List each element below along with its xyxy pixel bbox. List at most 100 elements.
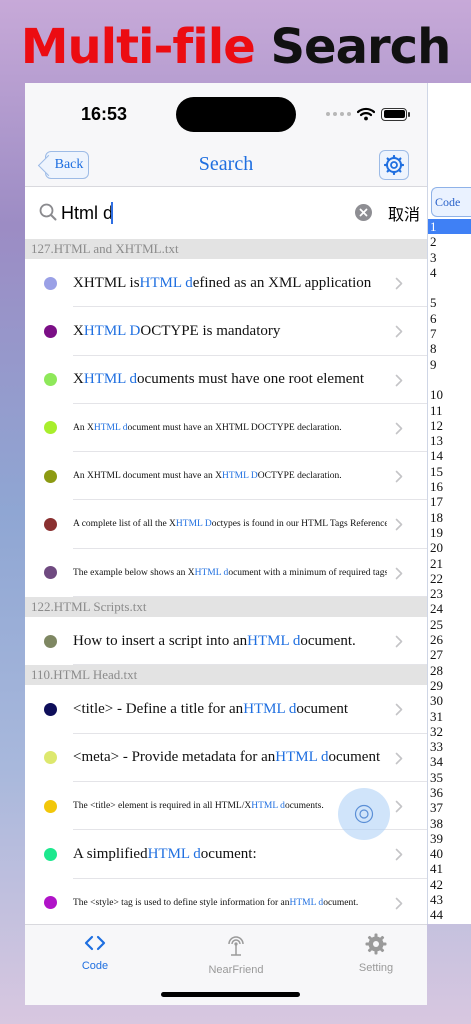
result-text-segment: ocument:: [200, 845, 257, 862]
result-row[interactable]: An XHTML document must have an XHTML DOC…: [25, 403, 427, 453]
line-number: 4: [430, 264, 437, 280]
row-divider: [73, 664, 427, 666]
line-number: 3: [430, 249, 437, 265]
result-text-segment: ocument with a minimum of required tags:: [228, 567, 387, 578]
result-row[interactable]: How to insert a script into an HTML d ocu…: [25, 617, 427, 666]
result-text-segment: The <style> tag is used to define style …: [73, 897, 290, 908]
line-number: 19: [430, 524, 443, 540]
color-dot-icon: [44, 324, 57, 338]
color-dot-icon: [44, 702, 57, 716]
side-line-numbers: 1 2 3 4 5 6 7 8 9 10 11 12 13 14 15 16 17 18 19 20 21 22 23 24 2…: [428, 219, 471, 923]
line-number: 16: [430, 479, 443, 495]
result-text-segment: The <title> element is required in all H…: [73, 800, 252, 811]
search-input[interactable]: [61, 198, 341, 228]
tab-code[interactable]: Code: [45, 933, 145, 972]
result-text: The <style> tag is used to define style …: [73, 879, 387, 924]
line-number: 12: [430, 417, 443, 433]
tab-nearfriend[interactable]: NearFriend: [186, 933, 286, 976]
clear-search-icon[interactable]: [355, 204, 372, 221]
result-text-segment: ocument: [328, 749, 381, 766]
page-title: Search: [198, 153, 254, 175]
match-highlight: HTML d: [139, 274, 193, 291]
match-highlight: HTML d: [251, 800, 285, 811]
match-highlight: HTML d: [243, 700, 297, 717]
result-row[interactable]: The <style> tag is used to define style …: [25, 878, 427, 924]
result-text: The example below shows an X HTML d ocumen…: [73, 549, 387, 597]
chevron-right-icon: [395, 422, 403, 435]
result-text-segment: How to insert a script into an: [73, 632, 248, 649]
line-number: 33: [430, 739, 443, 755]
match-highlight: HTML d: [275, 749, 329, 766]
match-highlight: HTML d: [93, 422, 128, 433]
result-text-segment: X: [73, 371, 84, 388]
result-row[interactable]: The example below shows an X HTML d ocumen…: [25, 548, 427, 598]
result-row[interactable]: <title> - Define a title for an HTML d oc…: [25, 685, 427, 734]
result-text-segment: ocument.: [323, 897, 359, 908]
line-number: 40: [430, 846, 443, 862]
chevron-right-icon: [395, 567, 403, 580]
line-number: 1: [428, 219, 471, 235]
chevron-right-icon: [395, 848, 403, 861]
color-dot-icon: [44, 373, 57, 387]
result-text-segment: OCTYPE declaration.: [257, 471, 342, 482]
line-number: 2: [430, 234, 437, 250]
result-text-segment: ocument must have an XHTML DOCTYPE decla…: [127, 422, 342, 433]
result-text: A complete list of all the X HTML Doctype…: [73, 500, 387, 548]
code-brackets-icon: [84, 935, 106, 951]
result-row[interactable]: A complete list of all the X HTML Doctype…: [25, 500, 427, 549]
color-dot-icon: [44, 566, 57, 580]
banner-title-part1: Multi-file: [20, 19, 256, 75]
home-indicator: [161, 992, 300, 997]
line-number: 13: [430, 433, 443, 449]
color-dot-icon: [44, 751, 57, 765]
result-row[interactable]: X HTML D OCTYPE is mandatory: [25, 307, 427, 356]
line-number: 15: [430, 463, 443, 479]
line-number: 41: [430, 861, 443, 877]
result-text-segment: ocument.: [300, 632, 356, 649]
result-row[interactable]: XHTML is HTML d efined as an XML applicat…: [25, 259, 427, 308]
banner-title-part2: Search: [270, 19, 451, 75]
section-header: 122.HTML Scripts.txt: [25, 597, 427, 618]
battery-icon: [381, 107, 410, 121]
line-number: 31: [430, 708, 443, 724]
settings-button[interactable]: [379, 150, 409, 180]
line-number: 5: [430, 295, 437, 311]
result-text-segment: ocuments must have one root element: [137, 371, 365, 388]
dynamic-island: [176, 97, 296, 132]
result-text-segment: An X: [73, 422, 94, 433]
line-number: 20: [430, 540, 443, 556]
result-text-segment: octypes is found in our HTML Tags Refere…: [211, 519, 387, 530]
line-number: 37: [430, 800, 443, 816]
line-number: 11: [430, 402, 443, 418]
match-highlight: HTML D: [221, 471, 258, 482]
line-number: 42: [430, 876, 443, 892]
side-panel-code[interactable]: Code 1 2 3 4 5 6 7 8 9 10 11 12 13 14 15 16 17 18 19 20 21 22…: [427, 83, 471, 924]
line-number: [428, 280, 471, 295]
line-number: 26: [430, 632, 443, 648]
cancel-button[interactable]: 取消: [388, 201, 420, 225]
result-row[interactable]: X HTML d ocuments must have one root eleme…: [25, 355, 427, 404]
side-tab-code[interactable]: Code: [431, 187, 471, 217]
line-number: 22: [430, 570, 443, 586]
search-bar: 取消: [25, 187, 427, 239]
tab-setting[interactable]: Setting: [326, 933, 426, 974]
chevron-right-icon: [395, 277, 403, 290]
signal-icon: [326, 112, 351, 116]
floating-action-button[interactable]: [338, 788, 390, 840]
color-dot-icon: [44, 896, 57, 910]
section-header: 127.HTML and XHTML.txt: [25, 239, 427, 259]
match-highlight: HTML d: [147, 845, 201, 862]
result-text-segment: OCTYPE is mandatory: [140, 322, 281, 339]
result-text-segment: <meta> - Provide metadata for an: [73, 749, 276, 766]
result-text-segment: X: [73, 322, 84, 339]
result-text: An XHTML document must have an XHTML DOC…: [73, 404, 387, 452]
line-number: 25: [430, 616, 443, 632]
line-number: 44: [430, 907, 443, 923]
result-row[interactable]: An XHTML document must have an XHTML DOC…: [25, 452, 427, 501]
line-number: 28: [430, 662, 443, 678]
match-highlight: HTML d: [289, 897, 324, 908]
color-dot-icon: [44, 276, 57, 290]
result-text-segment: The example below shows an X: [73, 567, 195, 578]
result-row[interactable]: <meta> - Provide metadata for an HTML do…: [25, 733, 427, 782]
line-number: 35: [430, 769, 443, 785]
